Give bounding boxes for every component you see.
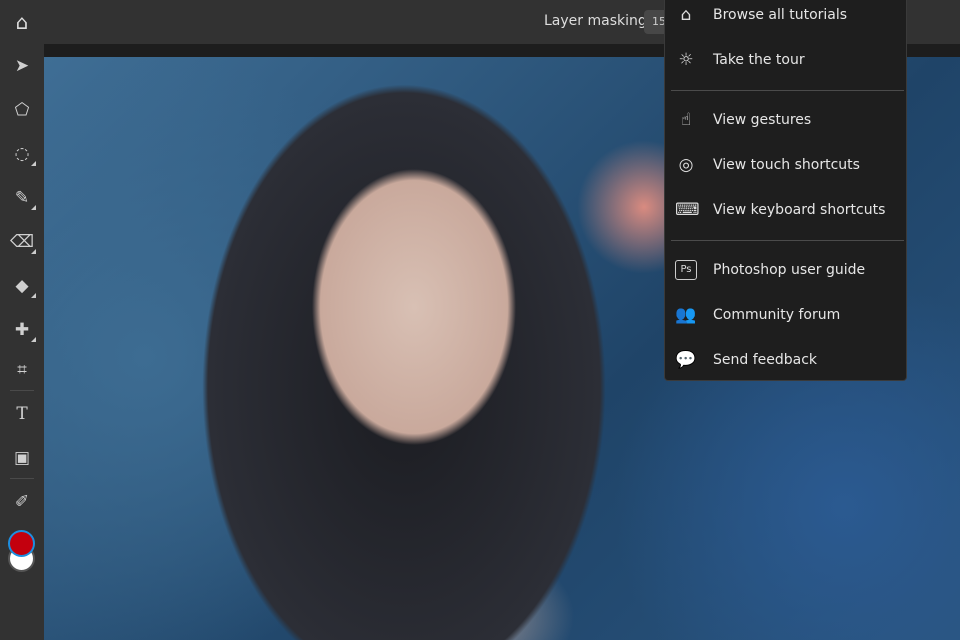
select-tool-icon[interactable]: ➤: [8, 52, 36, 80]
document-title: Layer masking: [544, 13, 647, 29]
touch-shortcut-icon: ◎: [678, 155, 694, 175]
divider: [10, 390, 34, 391]
paint-bucket-tool-icon[interactable]: ◆: [8, 272, 36, 300]
menu-item-browse-tutorials[interactable]: ⌂ Browse all tutorials: [665, 0, 906, 35]
foreground-color-swatch[interactable]: [8, 530, 35, 557]
lightbulb-icon: ☼: [678, 50, 694, 70]
eyedropper-tool-icon[interactable]: ✐: [8, 488, 36, 516]
transform-tool-icon[interactable]: ⬠: [8, 96, 36, 124]
eraser-tool-icon[interactable]: ⌫: [8, 228, 36, 256]
divider: [671, 240, 904, 241]
feedback-icon: 💬: [675, 350, 697, 370]
lasso-tool-icon[interactable]: ◌: [8, 140, 36, 168]
brush-tool-icon[interactable]: ✎: [8, 184, 36, 212]
menu-item-view-gestures[interactable]: ☝ View gestures: [665, 100, 906, 140]
menu-item-send-feedback[interactable]: 💬 Send feedback: [665, 340, 906, 380]
home-icon[interactable]: ⌂: [10, 10, 34, 34]
divider: [671, 90, 904, 91]
ps-icon: Ps: [675, 260, 697, 280]
menu-item-community-forum[interactable]: 👥 Community forum: [665, 295, 906, 335]
menu-item-take-tour[interactable]: ☼ Take the tour: [665, 40, 906, 80]
image-tool-icon[interactable]: ▣: [8, 444, 36, 472]
people-icon: 👥: [675, 305, 697, 325]
keyboard-icon: ⌨: [675, 200, 700, 220]
type-tool-icon[interactable]: T: [8, 400, 36, 428]
crop-tool-icon[interactable]: ⌗: [8, 356, 36, 384]
healing-tool-icon[interactable]: ✚: [8, 316, 36, 344]
gesture-icon: ☝: [680, 110, 692, 130]
menu-item-touch-shortcuts[interactable]: ◎ View touch shortcuts: [665, 145, 906, 185]
menu-item-user-guide[interactable]: Ps Photoshop user guide: [665, 250, 906, 290]
divider: [10, 478, 34, 479]
home-icon: ⌂: [680, 5, 692, 25]
help-menu: ⌂ Browse all tutorials ☼ Take the tour ☝ Vi…: [664, 0, 907, 381]
menu-item-keyboard-shortcuts[interactable]: ⌨ View keyboard shortcuts: [665, 190, 906, 230]
